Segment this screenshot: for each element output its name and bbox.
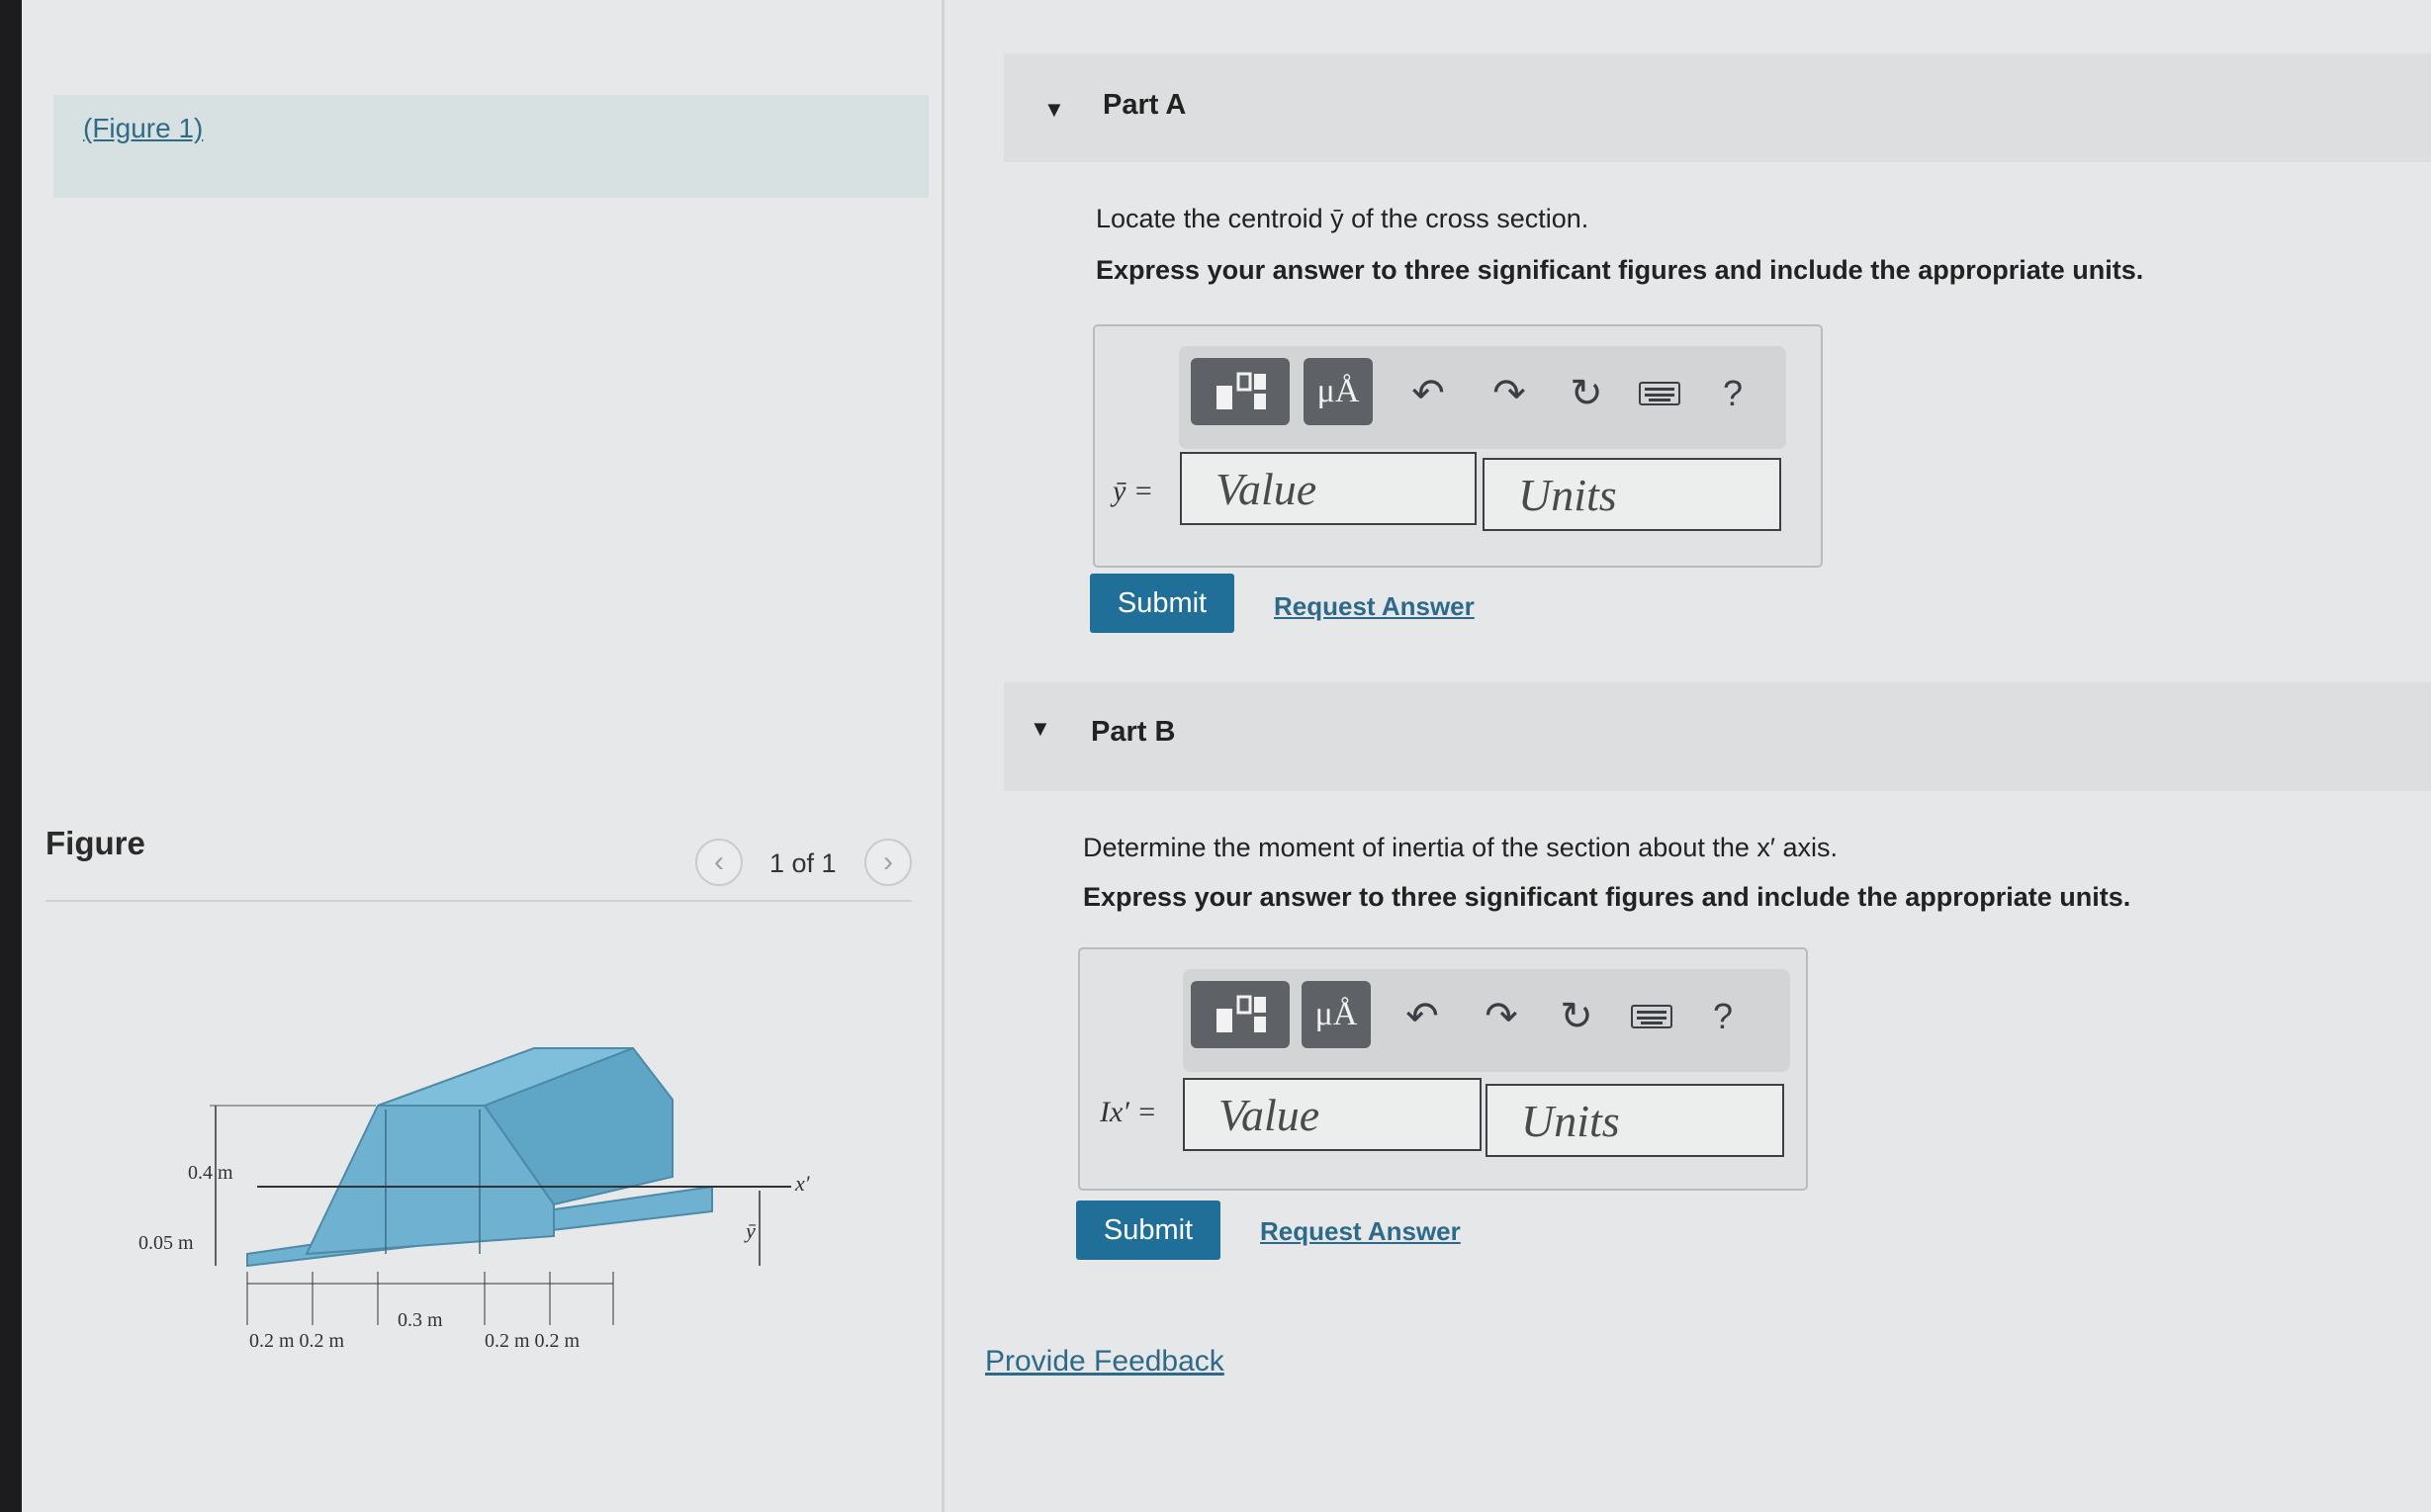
caret-down-icon: ▼ [1030,716,1051,741]
reset-icon[interactable]: ↻ [1563,370,1610,417]
part-b-instructions: Express your answer to three significant… [1083,882,2131,912]
figure-link-bar [53,95,929,198]
redo-icon[interactable]: ↷ [1478,993,1525,1040]
part-a-answer-box: μÅ ↶ ↷ ↻ ? ȳ = [1093,324,1823,568]
part-b-header[interactable]: ▼ Part B [1004,682,2431,791]
part-a-instructions: Express your answer to three significant… [1096,255,2144,285]
dim-04-label: 0.4 m [188,1162,233,1184]
redo-icon[interactable]: ↷ [1486,370,1533,417]
figure-page-count: 1 of 1 [769,848,837,878]
help-icon[interactable]: ? [1699,993,1747,1040]
chevron-left-icon: ‹ [714,845,724,878]
cross-section-figure: x′ ȳ 0.4 m 0.05 m 0.2 m 0.2 m 0.3 m 0.2 … [138,1046,811,1352]
part-a-request-answer-link[interactable]: Request Answer [1274,591,1475,622]
ybar-variable-label: ȳ = [1113,475,1154,507]
figure-title: Figure [45,825,145,861]
units-symbols-button[interactable]: μÅ [1302,981,1371,1048]
prev-figure-button[interactable]: ‹ [695,839,743,886]
help-icon[interactable]: ? [1709,370,1756,417]
dim-bottom-left-label: 0.2 m 0.2 m [249,1330,345,1352]
part-b-request-answer-link[interactable]: Request Answer [1260,1216,1461,1247]
templates-button[interactable] [1191,981,1290,1048]
units-symbols-button[interactable]: μÅ [1304,358,1373,425]
templates-icon [1216,372,1266,409]
templates-icon [1216,995,1266,1032]
value-input[interactable] [1180,452,1477,525]
part-a-header[interactable]: ▼ Part A [1004,53,2431,162]
chevron-right-icon: › [883,845,893,878]
part-a-title: Part A [1103,89,1187,121]
keyboard-icon[interactable] [1628,993,1675,1040]
next-figure-button[interactable]: › [864,839,912,886]
units-input[interactable] [1486,1084,1784,1157]
dim-005-label: 0.05 m [138,1232,194,1254]
part-a-question: Locate the centroid ȳ of the cross secti… [1096,204,1589,233]
part-a-submit-button[interactable]: Submit [1090,574,1234,633]
caret-down-icon: ▼ [1043,97,1065,122]
ix-prime-variable-label: Ix′ = [1100,1096,1157,1128]
screen-edge [0,0,22,1512]
figure-link[interactable]: (Figure 1) [83,113,203,144]
part-b-question: Determine the moment of inertia of the s… [1083,833,1838,862]
equation-toolbar: μÅ ↶ ↷ ↻ ? [1179,346,1786,449]
part-b-title: Part B [1091,716,1176,748]
reset-icon[interactable]: ↻ [1553,993,1600,1040]
keyboard-icon[interactable] [1636,370,1683,417]
ybar-label: ȳ [744,1218,757,1243]
provide-feedback-link[interactable]: Provide Feedback [985,1345,1224,1379]
undo-icon[interactable]: ↶ [1398,993,1446,1040]
units-input[interactable] [1483,458,1781,531]
dim-middle-label: 0.3 m [398,1309,443,1331]
x-prime-label: x′ [794,1171,811,1196]
value-input[interactable] [1183,1078,1482,1151]
templates-button[interactable] [1191,358,1290,425]
undo-icon[interactable]: ↶ [1404,370,1452,417]
dim-bottom-right-label: 0.2 m 0.2 m [485,1330,581,1352]
figure-divider [45,900,912,902]
equation-toolbar: μÅ ↶ ↷ ↻ ? [1183,969,1790,1072]
part-b-answer-box: μÅ ↶ ↷ ↻ ? Ix′ = [1078,947,1808,1191]
part-b-submit-button[interactable]: Submit [1076,1201,1220,1260]
